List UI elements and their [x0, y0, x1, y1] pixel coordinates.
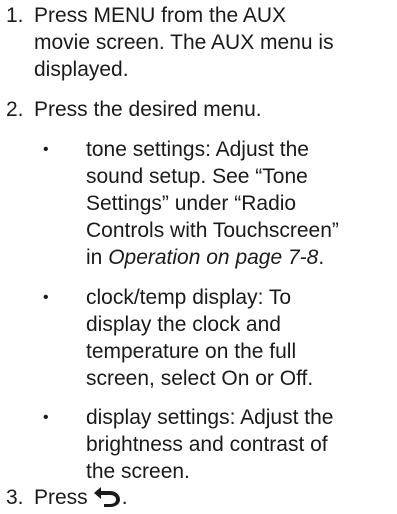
back-arrow-icon [92, 485, 122, 507]
bullet-clock-temp-display: • clock/temp display: To display the clo… [43, 284, 393, 392]
step-number: 1. [6, 4, 24, 27]
step-number: 3. [6, 486, 24, 509]
bullet-display-settings: • display settings: Adjust the brightnes… [43, 404, 393, 485]
bullet-tone-settings: • tone settings: Adjust the sound setup.… [43, 136, 393, 271]
bullet-text: display settings: Adjust the brightness … [86, 406, 334, 483]
bullet-text: clock/temp display: To display the clock… [86, 286, 314, 390]
step-text-main: Press [34, 486, 88, 509]
step-2: 2. Press the desired menu. [6, 96, 391, 123]
bullet-text: tone settings: Adjust the sound setup. S… [86, 136, 393, 271]
step-3: 3. Press. [6, 484, 391, 511]
step-1: 1. Press MENU from the AUX movie screen.… [6, 2, 391, 83]
bullet-symbol: • [43, 409, 49, 426]
step-text: Press. [34, 484, 391, 511]
step-text: Press the desired menu. [34, 98, 262, 121]
bullet-symbol: • [43, 141, 49, 158]
cross-reference-link[interactable]: Operation on page 7-8 [108, 246, 318, 269]
instruction-page: 1. Press MENU from the AUX movie screen.… [0, 0, 397, 514]
step-number: 2. [6, 98, 24, 121]
step-text: Press MENU from the AUX movie screen. Th… [34, 4, 334, 81]
bullet-text-tail: . [318, 246, 325, 269]
step-text-tail: . [121, 486, 128, 509]
bullet-symbol: • [43, 289, 49, 306]
